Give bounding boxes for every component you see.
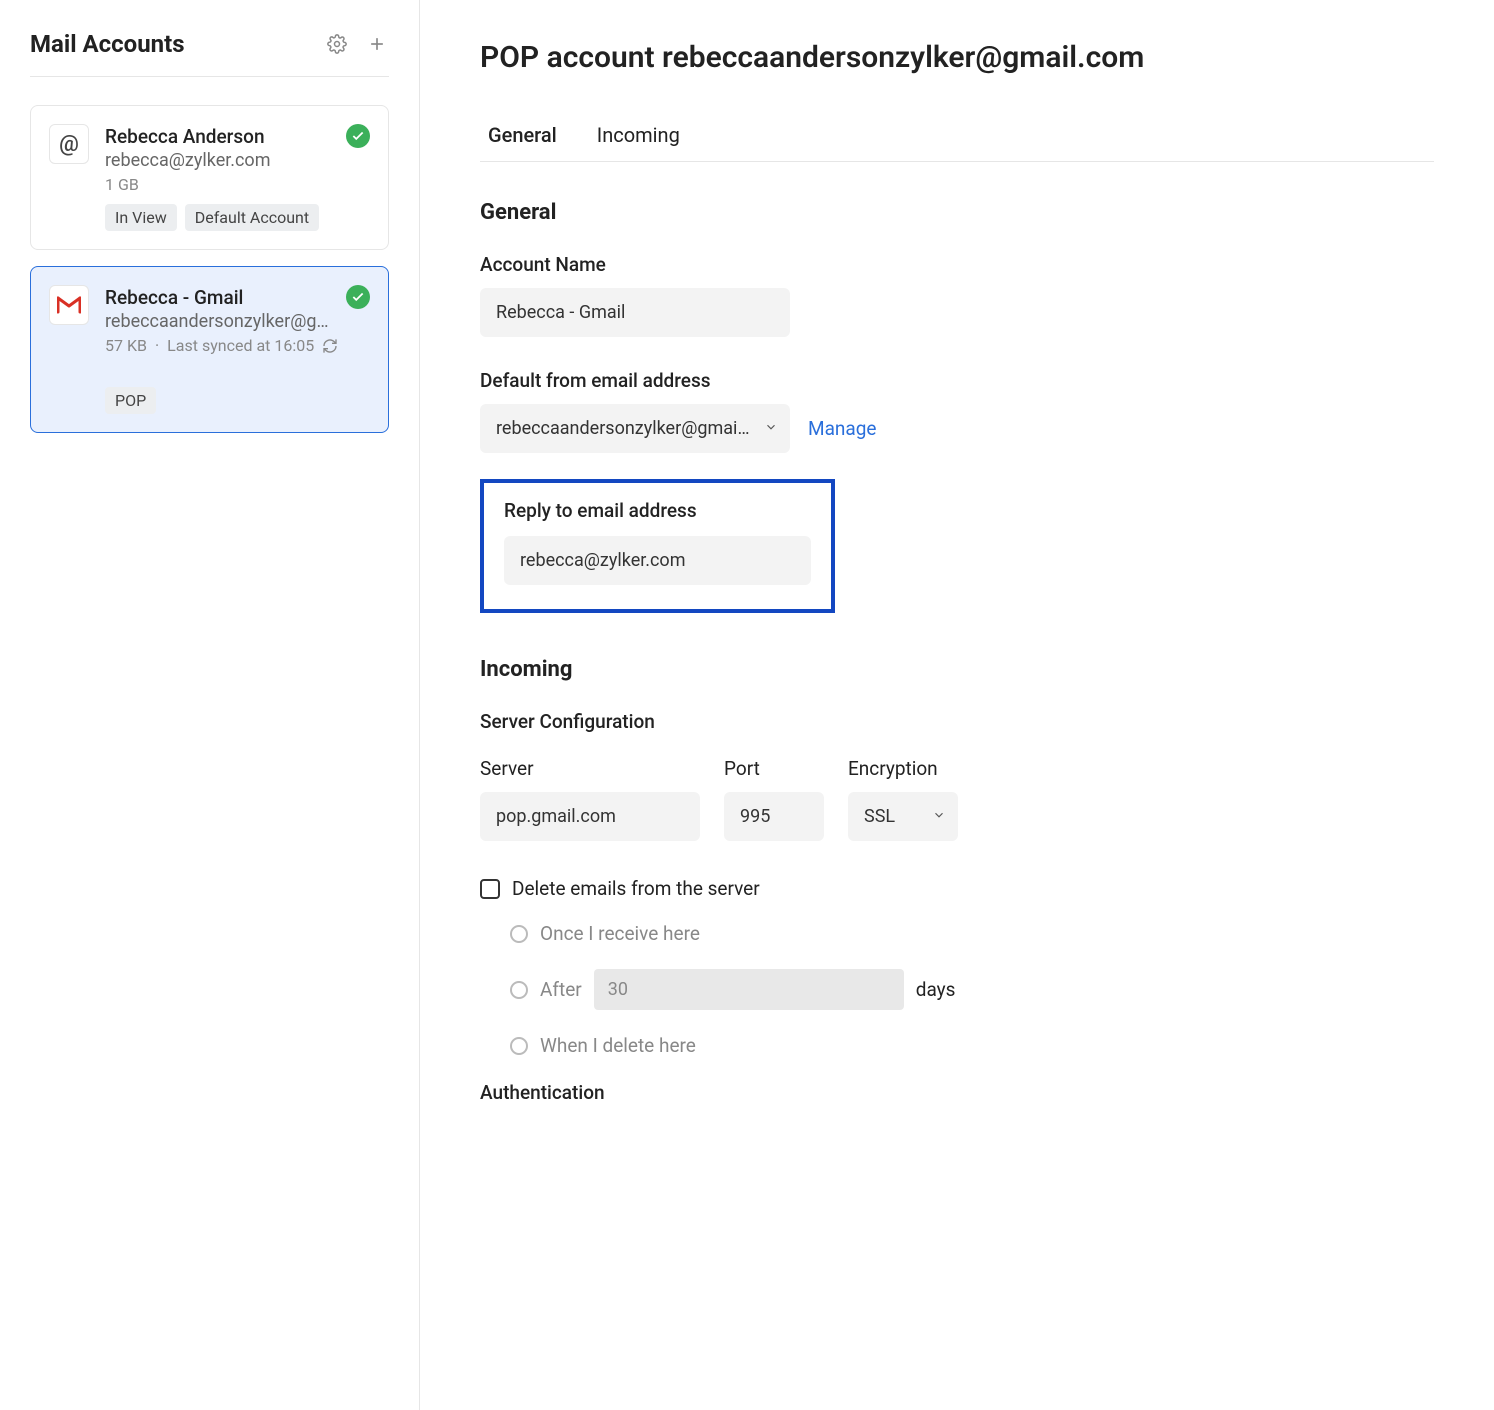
account-email: rebeccaandersonzylker@g… xyxy=(105,311,335,332)
port-input[interactable] xyxy=(724,792,824,841)
delete-emails-label: Delete emails from the server xyxy=(512,877,760,900)
account-body: Rebecca - Gmail rebeccaandersonzylker@g…… xyxy=(105,285,370,414)
server-label: Server xyxy=(480,757,700,780)
tab-general[interactable]: General xyxy=(488,123,557,161)
server-input[interactable] xyxy=(480,792,700,841)
port-label: Port xyxy=(724,757,824,780)
server-row: Server Port Encryption SSL xyxy=(480,757,1434,841)
sidebar: Mail Accounts Rebecca Anderson xyxy=(0,0,420,1410)
at-icon xyxy=(49,124,89,164)
account-size: 57 KB xyxy=(105,336,147,355)
radio-icon[interactable] xyxy=(510,981,528,999)
field-default-from: Default from email address rebeccaanders… xyxy=(480,369,1434,453)
encryption-select[interactable]: SSL xyxy=(848,792,958,841)
account-name: Rebecca Anderson xyxy=(105,125,265,148)
opt-after-row[interactable]: After days xyxy=(510,969,1434,1010)
opt-when-delete-row[interactable]: When I delete here xyxy=(510,1034,1434,1057)
opt-after-label: After xyxy=(540,978,582,1001)
auth-heading: Authentication xyxy=(480,1081,1434,1104)
badge-in-view: In View xyxy=(105,204,177,231)
opt-once-label: Once I receive here xyxy=(540,922,700,945)
refresh-icon[interactable] xyxy=(322,338,338,354)
badge-default: Default Account xyxy=(185,204,319,231)
account-body: Rebecca Anderson rebecca@zylker.com 1 GB… xyxy=(105,124,370,231)
delete-emails-checkbox-row[interactable]: Delete emails from the server xyxy=(480,877,1434,900)
days-input[interactable] xyxy=(594,969,904,1010)
account-badges: In View Default Account xyxy=(105,204,370,231)
checkbox-icon[interactable] xyxy=(480,879,500,899)
plus-icon[interactable] xyxy=(365,32,389,56)
sidebar-actions xyxy=(325,32,389,56)
settings-icon[interactable] xyxy=(325,32,349,56)
reply-to-highlight: Reply to email address xyxy=(480,479,835,613)
page-title: POP account rebeccaandersonzylker@gmail.… xyxy=(480,40,1434,75)
account-name-label: Account Name xyxy=(480,253,1434,276)
tabs: General Incoming xyxy=(480,123,1434,162)
check-icon xyxy=(346,285,370,309)
gmail-icon xyxy=(49,285,89,325)
manage-link[interactable]: Manage xyxy=(808,417,877,440)
default-from-label: Default from email address xyxy=(480,369,1434,392)
reply-to-input[interactable] xyxy=(504,536,811,585)
account-sync: Last synced at 16:05 xyxy=(167,336,314,355)
chevron-down-icon xyxy=(764,418,778,439)
separator-dot xyxy=(155,336,159,355)
encryption-label: Encryption xyxy=(848,757,958,780)
reply-to-label: Reply to email address xyxy=(504,499,811,522)
radio-icon[interactable] xyxy=(510,925,528,943)
check-icon xyxy=(346,124,370,148)
encryption-value: SSL xyxy=(864,806,895,827)
col-server: Server xyxy=(480,757,700,841)
opt-when-delete-label: When I delete here xyxy=(540,1034,696,1057)
account-name-input[interactable] xyxy=(480,288,790,337)
account-meta: 57 KB Last synced at 16:05 xyxy=(105,336,370,355)
sidebar-header: Mail Accounts xyxy=(30,30,389,77)
section-incoming: Incoming xyxy=(480,657,1434,682)
account-size: 1 GB xyxy=(105,175,370,194)
badge-pop: POP xyxy=(105,387,156,414)
account-badges: POP xyxy=(105,387,370,414)
section-general: General xyxy=(480,200,1434,225)
account-email: rebecca@zylker.com xyxy=(105,150,335,171)
opt-once-row[interactable]: Once I receive here xyxy=(510,922,1434,945)
main-panel: POP account rebeccaandersonzylker@gmail.… xyxy=(420,0,1494,1410)
field-account-name: Account Name xyxy=(480,253,1434,337)
default-from-select[interactable]: rebeccaandersonzylker@gmail.… xyxy=(480,404,790,453)
col-port: Port xyxy=(724,757,824,841)
col-encryption: Encryption SSL xyxy=(848,757,958,841)
account-card-primary[interactable]: Rebecca Anderson rebecca@zylker.com 1 GB… xyxy=(30,105,389,250)
default-from-value: rebeccaandersonzylker@gmail.… xyxy=(496,418,752,439)
sidebar-title: Mail Accounts xyxy=(30,30,185,58)
days-suffix: days xyxy=(916,978,956,1001)
delete-options: Once I receive here After days When I de… xyxy=(510,922,1434,1057)
tab-incoming[interactable]: Incoming xyxy=(597,123,680,161)
server-config-label: Server Configuration xyxy=(480,710,1434,733)
account-card-gmail[interactable]: Rebecca - Gmail rebeccaandersonzylker@g…… xyxy=(30,266,389,433)
radio-icon[interactable] xyxy=(510,1037,528,1055)
account-name: Rebecca - Gmail xyxy=(105,286,243,309)
chevron-down-icon xyxy=(932,806,946,827)
